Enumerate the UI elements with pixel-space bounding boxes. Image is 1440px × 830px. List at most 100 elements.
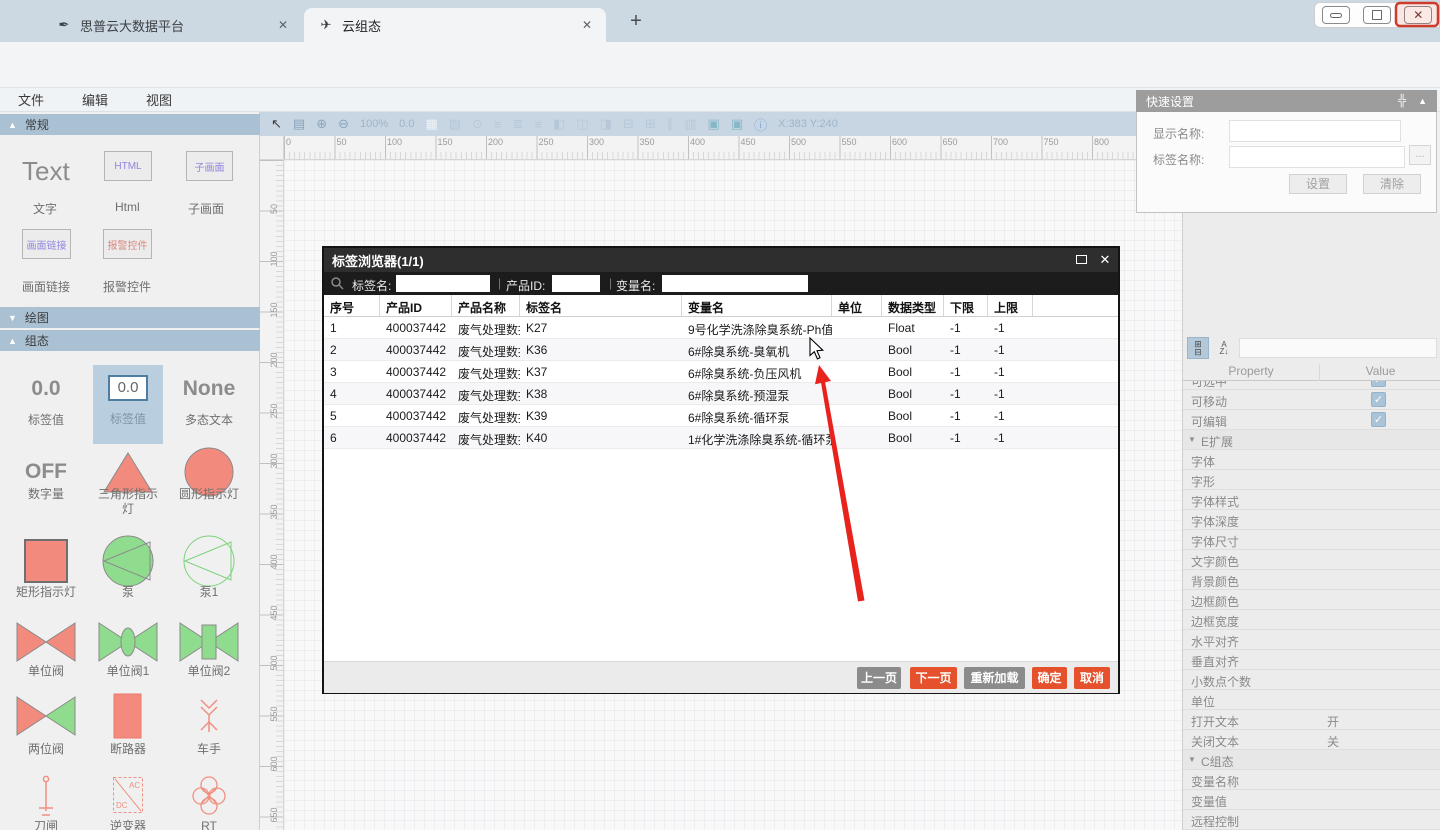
preview-screen-icon[interactable]: ▣ [708,116,720,132]
widget-digital-value[interactable]: OFF数字量 [11,446,81,519]
zoom-area-icon[interactable]: ⊙ [472,116,483,132]
property-row-字体[interactable]: 字体 [1183,450,1440,470]
widget-flower[interactable]: RT [174,772,244,830]
collapse-icon[interactable]: ▲ [1418,96,1427,106]
table-row[interactable]: 3400037442废气处理数据采K376#除臭系统-负压风机Bool-1-1 [324,361,1118,383]
widget-breaker-rect[interactable]: 断路器 [93,692,163,774]
table-row[interactable]: 5400037442废气处理数据采K396#除臭系统-循环泵Bool-1-1 [324,405,1118,427]
widget-inverter[interactable]: ACDC逆变器 [93,772,163,830]
property-group-E扩展[interactable]: ▼E扩展 [1183,430,1440,450]
section-header-drawing[interactable]: ▼ 绘图 [0,307,260,328]
reload-button[interactable]: 重新加载 [964,667,1025,689]
property-row-垂直对齐[interactable]: 垂直对齐 [1183,650,1440,670]
align-center-icon[interactable]: ≣ [513,116,524,132]
widget-rect-indicator[interactable]: 矩形指示灯 [11,534,81,617]
browse-tags-button[interactable]: ... [1409,145,1431,165]
tag-name-input[interactable] [1229,146,1405,168]
tab-dashboard[interactable]: ✒ 思普云大数据平台 ✕ [42,8,302,42]
widget-tag-value-boxed[interactable]: 0.0标签值 [93,365,163,444]
info-icon[interactable]: ⓘ [754,115,767,134]
widget-text-preview[interactable]: Text [22,156,70,187]
property-row-可选中[interactable]: 可选中✓ [1183,381,1440,390]
confirm-button[interactable]: 确定 [1032,667,1067,689]
menu-item-视图[interactable]: 视图 [146,90,192,109]
widget-html[interactable]: HTML [104,151,152,181]
property-group-C组态[interactable]: ▼C组态 [1183,750,1440,770]
clear-button[interactable]: 清除 [1363,174,1421,194]
grid-toggle-icon[interactable]: ▦ [425,116,437,132]
variable-name-input[interactable] [662,275,808,292]
dialog-titlebar[interactable]: 标签浏览器(1/1) ✕ [324,248,1118,272]
section-header-scada[interactable]: ▲ 组态 [0,330,260,351]
new-tab-button[interactable]: + [624,10,648,34]
property-row-单位[interactable]: 单位 [1183,690,1440,710]
widget-pump-outline[interactable]: 泵1 [174,534,244,617]
property-row-字体深度[interactable]: 字体深度 [1183,510,1440,530]
distribute-v-icon[interactable]: ▥ [684,116,696,132]
property-filter-input[interactable] [1239,338,1437,358]
pointer-coordinates[interactable]: X:383 Y:240 [778,118,838,130]
property-row-字体尺寸[interactable]: 字体尺寸 [1183,530,1440,550]
menu-item-编辑[interactable]: 编辑 [82,90,128,109]
property-row-关闭文本[interactable]: 关闭文本关 [1183,730,1440,750]
property-row-远程控制[interactable]: 远程控制 [1183,810,1440,830]
distribute-h-icon[interactable]: ∥ [667,116,674,132]
widget-subscreen[interactable]: 子画面 [186,151,233,181]
close-button[interactable]: ✕ [1404,6,1432,24]
property-row-水平对齐[interactable]: 水平对齐 [1183,630,1440,650]
cancel-button[interactable]: 取消 [1074,667,1110,689]
table-row[interactable]: 2400037442废气处理数据采K366#除臭系统-臭氧机Bool-1-1 [324,339,1118,361]
property-row-变量名称[interactable]: 变量名称 [1183,770,1440,790]
same-height-icon[interactable]: ⊞ [645,116,656,132]
table-row[interactable]: 6400037442废气处理数据采K401#化学洗涤除臭系统-循环泵Bool-1… [324,427,1118,449]
next-page-button[interactable]: 下一页 [910,667,957,689]
prev-page-button[interactable]: 上一页 [857,667,901,689]
property-row-可编辑[interactable]: 可编辑✓ [1183,410,1440,430]
align-middle-icon[interactable]: ◫ [576,116,588,132]
align-left-icon[interactable]: ≡ [494,117,502,132]
zoom-level[interactable]: 100% [360,118,388,130]
quick-settings-header[interactable]: 快速设置 ╬ ▲ [1136,90,1437,112]
widget-alarm-control[interactable]: 报警控件 [103,229,152,259]
property-row-边框颜色[interactable]: 边框颜色 [1183,590,1440,610]
property-row-可移动[interactable]: 可移动✓ [1183,390,1440,410]
property-row-字形[interactable]: 字形 [1183,470,1440,490]
maximize-button[interactable] [1363,6,1391,24]
zoom-in-icon[interactable]: ⊕ [316,116,327,132]
save-icon[interactable]: ▤ [293,116,305,132]
table-row[interactable]: 4400037442废气处理数据采K386#除臭系统-预湿泵Bool-1-1 [324,383,1118,405]
widget-valve-red[interactable]: 单位阀 [11,620,81,696]
widget-tag-value-text[interactable]: 0.0标签值 [11,366,81,445]
section-header-general[interactable]: ▲ 常规 [0,114,260,135]
property-row-变量值[interactable]: 变量值 [1183,790,1440,810]
sort-az-icon[interactable]: AZ↓ [1213,337,1235,359]
same-width-icon[interactable]: ⊟ [623,116,634,132]
product-id-input[interactable] [552,275,600,292]
widget-screen-link[interactable]: 画面链接 [22,229,71,259]
dialog-close-icon[interactable]: ✕ [1096,251,1114,269]
display-name-input[interactable] [1229,120,1401,142]
align-top-icon[interactable]: ◧ [553,116,565,132]
tab-close-icon[interactable]: ✕ [274,16,292,34]
property-row-边框宽度[interactable]: 边框宽度 [1183,610,1440,630]
tag-search-input[interactable] [396,275,490,292]
zoom-step[interactable]: 0.0 [399,118,414,130]
property-row-文字颜色[interactable]: 文字颜色 [1183,550,1440,570]
menu-item-文件[interactable]: 文件 [18,90,64,109]
widget-valve-green-ellipse[interactable]: 单位阀1 [93,620,163,696]
select-cursor-icon[interactable]: ↖ [271,116,282,132]
checkbox-checked-icon[interactable]: ✓ [1371,381,1386,387]
minimize-button[interactable] [1322,6,1350,24]
property-row-背景颜色[interactable]: 背景颜色 [1183,570,1440,590]
widget-circle-indicator[interactable]: 圆形指示灯 [174,446,244,519]
copy-icon[interactable]: ▧ [449,116,461,132]
zoom-out-icon[interactable]: ⊖ [338,116,349,132]
property-row-小数点个数[interactable]: 小数点个数 [1183,670,1440,690]
align-right-icon[interactable]: ≡ [534,117,542,132]
set-button[interactable]: 设置 [1289,174,1347,194]
categorize-icon[interactable]: ⊞⊟ [1187,337,1209,359]
widget-multi-text[interactable]: None多态文本 [174,366,244,445]
checkbox-checked-icon[interactable]: ✓ [1371,392,1386,407]
widget-triangle-indicator[interactable]: 三角形指示灯 [93,446,163,519]
widget-knife-switch[interactable]: 刀闸 [11,772,81,830]
